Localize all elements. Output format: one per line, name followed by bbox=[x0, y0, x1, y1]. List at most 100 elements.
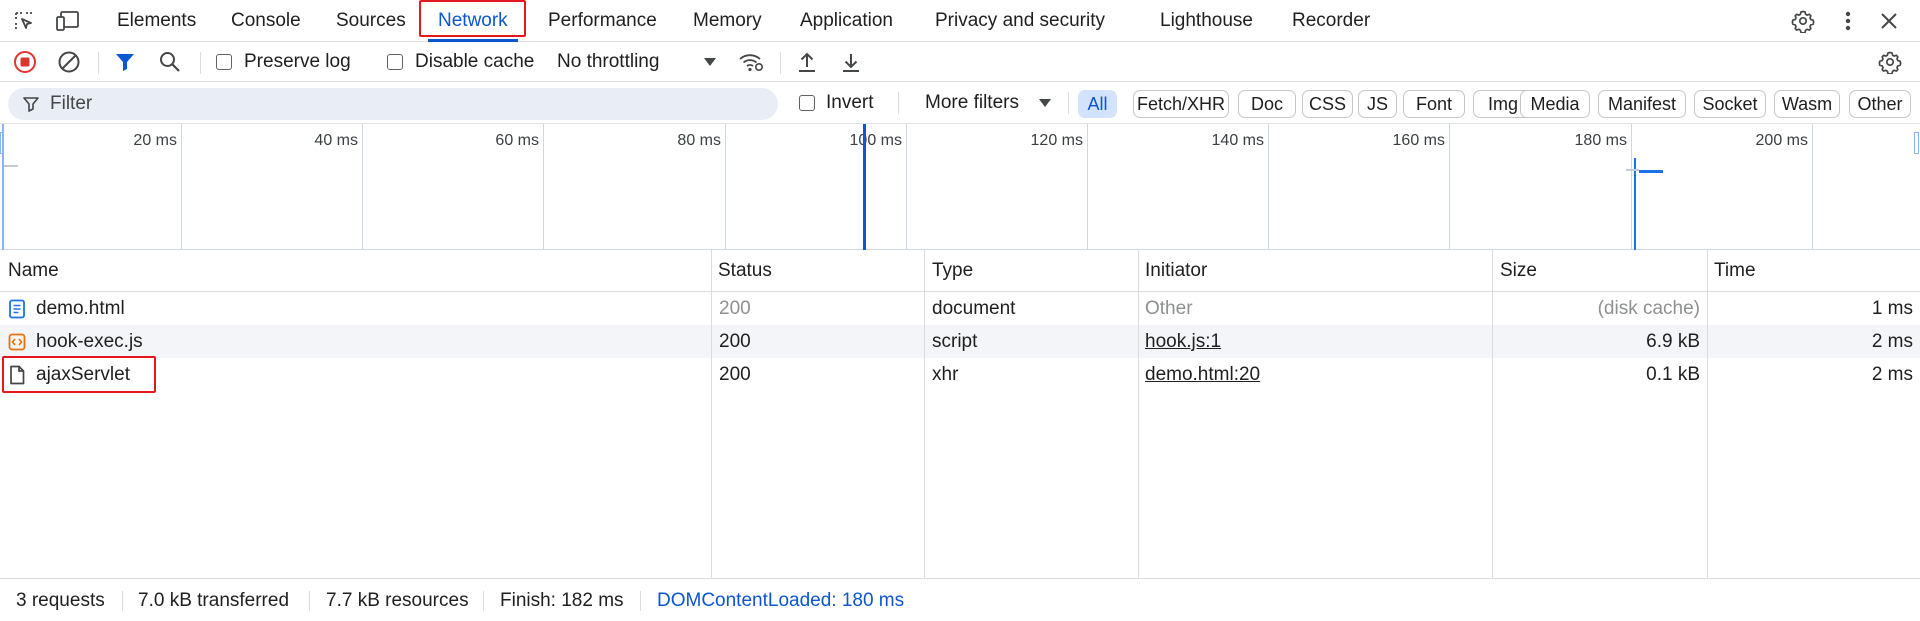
clear-icon[interactable] bbox=[56, 49, 82, 75]
filter-chip-css[interactable]: CSS bbox=[1302, 90, 1353, 118]
load-event-marker bbox=[1634, 158, 1636, 250]
table-row[interactable]: hook-exec.js 200 script hook.js:1 6.9 kB 2 ms bbox=[0, 325, 1920, 358]
request-size: 0.1 kB bbox=[1646, 364, 1700, 385]
filter-chip-socket[interactable]: Socket bbox=[1694, 90, 1766, 118]
overview-gridline bbox=[1631, 124, 1632, 250]
network-settings-gear-icon[interactable] bbox=[1877, 49, 1903, 75]
toolbar-divider bbox=[200, 52, 201, 74]
overview-tick-label: 200 ms bbox=[1755, 132, 1808, 149]
table-row[interactable]: ajaxServlet 200 xhr demo.html:20 0.1 kB 2 ms bbox=[0, 358, 1920, 391]
overview-gridline bbox=[181, 124, 182, 250]
settings-gear-icon[interactable] bbox=[1790, 8, 1816, 34]
filter-chip-other[interactable]: Other bbox=[1849, 90, 1911, 118]
tab-elements[interactable]: Elements bbox=[117, 0, 196, 42]
network-conditions-icon[interactable] bbox=[737, 49, 765, 75]
preserve-log-label[interactable]: Preserve log bbox=[244, 51, 351, 73]
overview-tick-label: 20 ms bbox=[133, 132, 177, 149]
status-finish: Finish: 182 ms bbox=[500, 590, 624, 611]
status-divider bbox=[483, 591, 484, 611]
request-name[interactable]: demo.html bbox=[36, 292, 125, 325]
preserve-log-checkbox[interactable] bbox=[216, 54, 232, 70]
tab-performance[interactable]: Performance bbox=[548, 0, 657, 42]
overview-tick-label: 40 ms bbox=[314, 132, 358, 149]
overview-gridline bbox=[362, 124, 363, 250]
tab-sources[interactable]: Sources bbox=[336, 0, 406, 42]
column-header-size[interactable]: Size bbox=[1492, 250, 1537, 292]
request-status: 200 bbox=[719, 331, 751, 352]
invert-label[interactable]: Invert bbox=[826, 92, 874, 114]
tab-console[interactable]: Console bbox=[231, 0, 301, 42]
more-filters-button[interactable]: More filters bbox=[925, 92, 1019, 114]
export-har-download-icon[interactable] bbox=[838, 49, 864, 75]
ajaxservlet-highlight-box bbox=[2, 356, 156, 393]
column-divider bbox=[1138, 250, 1139, 578]
inspect-element-icon[interactable] bbox=[10, 8, 38, 34]
device-toolbar-icon[interactable] bbox=[54, 8, 82, 34]
tab-privacy-and-security[interactable]: Privacy and security bbox=[935, 0, 1105, 42]
tab-lighthouse[interactable]: Lighthouse bbox=[1160, 0, 1253, 42]
column-divider bbox=[711, 250, 712, 578]
request-bar-waiting bbox=[1626, 169, 1639, 171]
requests-table: Name Status Type Initiator Size Time dem… bbox=[0, 250, 1920, 578]
status-divider bbox=[309, 591, 310, 611]
request-time: 1 ms bbox=[1871, 298, 1913, 319]
overview-gridline bbox=[1812, 124, 1813, 250]
request-initiator: Other bbox=[1145, 298, 1193, 319]
network-tab-highlight-box bbox=[419, 0, 526, 37]
filter-chip-manifest[interactable]: Manifest bbox=[1598, 90, 1686, 118]
filter-chip-fetch-xhr[interactable]: Fetch/XHR bbox=[1133, 90, 1229, 118]
overview-gridline bbox=[725, 124, 726, 250]
filter-funnel-icon[interactable] bbox=[112, 49, 138, 75]
column-header-type[interactable]: Type bbox=[924, 250, 973, 292]
disable-cache-label[interactable]: Disable cache bbox=[415, 51, 534, 73]
record-stop-icon[interactable] bbox=[12, 49, 38, 75]
invert-checkbox[interactable] bbox=[799, 95, 815, 111]
filter-chip-media[interactable]: Media bbox=[1520, 90, 1590, 118]
network-status-bar: 3 requests 7.0 kB transferred 7.7 kB res… bbox=[0, 578, 1920, 621]
import-har-upload-icon[interactable] bbox=[794, 49, 820, 75]
table-row[interactable]: demo.html 200 document Other (disk cache) 1 m… bbox=[0, 292, 1920, 325]
search-icon[interactable] bbox=[157, 49, 183, 75]
toolbar-divider bbox=[98, 52, 99, 74]
column-divider bbox=[1707, 250, 1708, 578]
filter-input[interactable]: Filter bbox=[8, 88, 778, 120]
request-type: document bbox=[932, 298, 1016, 319]
throttling-select[interactable]: No throttling bbox=[557, 51, 659, 73]
disable-cache-checkbox[interactable] bbox=[387, 54, 403, 70]
column-header-time[interactable]: Time bbox=[1706, 250, 1756, 292]
overview-gridline bbox=[543, 124, 544, 250]
column-header-initiator[interactable]: Initiator bbox=[1137, 250, 1207, 292]
network-toolbar: Preserve log Disable cache No throttling bbox=[0, 42, 1920, 82]
filter-chip-wasm[interactable]: Wasm bbox=[1774, 90, 1840, 118]
overview-tick-label: 80 ms bbox=[677, 132, 721, 149]
caret-down-icon[interactable] bbox=[702, 54, 718, 70]
overview-tick-label: 160 ms bbox=[1392, 132, 1445, 149]
request-initiator[interactable]: demo.html:20 bbox=[1145, 358, 1260, 391]
request-status: 200 bbox=[719, 298, 751, 319]
column-header-status[interactable]: Status bbox=[710, 250, 772, 292]
filter-chip-js[interactable]: JS bbox=[1358, 90, 1397, 118]
overview-right-handle[interactable] bbox=[1914, 132, 1919, 154]
document-icon bbox=[8, 299, 26, 319]
filter-row: Filter Invert More filters All Fetch/XHR D… bbox=[0, 82, 1920, 124]
column-header-name[interactable]: Name bbox=[0, 250, 59, 292]
request-name[interactable]: hook-exec.js bbox=[36, 325, 143, 358]
request-type: xhr bbox=[932, 364, 959, 385]
filter-chip-font[interactable]: Font bbox=[1403, 90, 1465, 118]
request-initiator[interactable]: hook.js:1 bbox=[1145, 325, 1221, 358]
tab-application[interactable]: Application bbox=[800, 0, 893, 42]
overview-gridline bbox=[1268, 124, 1269, 250]
close-icon[interactable] bbox=[1876, 8, 1902, 34]
status-dom-content-loaded: DOMContentLoaded: 180 ms bbox=[657, 590, 905, 611]
more-options-icon[interactable] bbox=[1838, 8, 1858, 34]
caret-down-icon[interactable] bbox=[1038, 96, 1052, 110]
filter-chip-all[interactable]: All bbox=[1078, 90, 1117, 118]
network-overview-timeline: 20 ms 40 ms 60 ms 80 ms 100 ms 120 ms 140 ms 16… bbox=[0, 124, 1920, 250]
tab-memory[interactable]: Memory bbox=[693, 0, 762, 42]
filter-chip-doc[interactable]: Doc bbox=[1238, 90, 1296, 118]
status-divider bbox=[122, 591, 123, 611]
tab-recorder[interactable]: Recorder bbox=[1292, 0, 1370, 42]
overview-gridline bbox=[906, 124, 907, 250]
status-transferred: 7.0 kB transferred bbox=[138, 590, 290, 611]
filter-funnel-icon bbox=[22, 95, 40, 113]
